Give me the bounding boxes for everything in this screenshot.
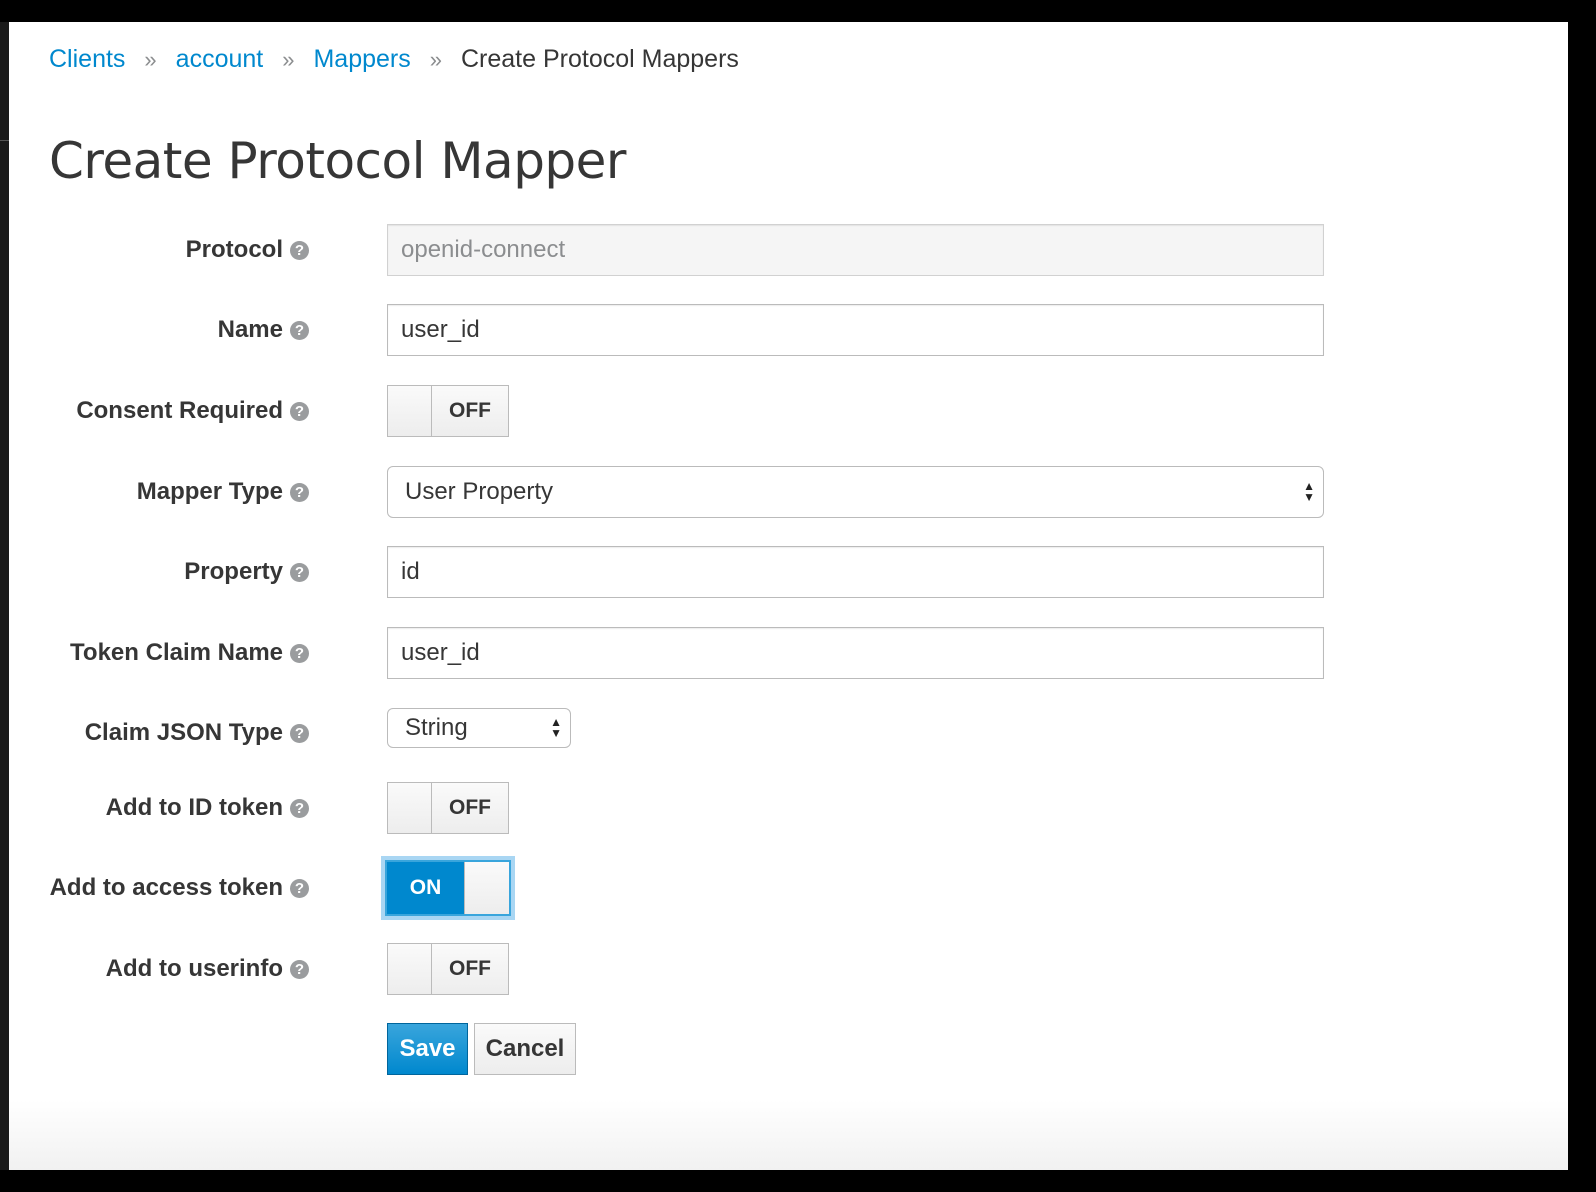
protocol-label: Protocol ? (186, 224, 309, 276)
toggle-state-label: OFF (432, 386, 508, 436)
page-content: Clients » account » Mappers » Create Pro… (9, 22, 1568, 1170)
help-icon[interactable]: ? (290, 959, 309, 979)
breadcrumb-clients-link[interactable]: Clients (49, 45, 125, 74)
mapper-type-label: Mapper Type ? (137, 466, 309, 518)
help-icon[interactable]: ? (290, 320, 309, 340)
protocol-value: openid-connect (401, 236, 566, 263)
name-label-text: Name (217, 316, 283, 343)
select-arrows-icon: ▲ ▼ (550, 715, 562, 740)
protocol-row: Protocol ? openid-connect (9, 224, 1568, 276)
name-value: user_id (401, 316, 480, 343)
claim-json-type-label: Claim JSON Type ? (85, 707, 309, 759)
property-row: Property ? id (9, 546, 1568, 598)
add-to-access-token-row: Add to access token ? ON (9, 860, 1568, 916)
form-actions: Save Cancel (9, 1023, 1568, 1075)
property-input[interactable]: id (387, 546, 1324, 598)
add-to-id-token-label: Add to ID token ? (106, 782, 309, 834)
toggle-state-label: OFF (432, 944, 508, 994)
breadcrumb-separator: » (282, 47, 295, 72)
consent-required-label-text: Consent Required (76, 397, 283, 424)
token-claim-name-label: Token Claim Name ? (70, 627, 309, 679)
select-arrows-icon: ▲ ▼ (1303, 479, 1315, 504)
page-bottom-shade (9, 1100, 1568, 1170)
breadcrumb-current: Create Protocol Mappers (461, 44, 739, 73)
mapper-type-select[interactable]: User Property ▲ ▼ (387, 466, 1324, 518)
breadcrumb-separator: » (429, 47, 442, 72)
window-left-edge-notch (0, 140, 9, 141)
toggle-state-label: OFF (432, 783, 508, 833)
consent-required-toggle[interactable]: OFF (387, 385, 509, 437)
toggle-knob (388, 944, 432, 994)
help-icon[interactable]: ? (290, 240, 309, 260)
toggle-state-label: ON (387, 862, 465, 914)
name-input[interactable]: user_id (387, 304, 1324, 356)
property-label: Property ? (184, 546, 309, 598)
claim-json-type-value: String (405, 714, 468, 741)
add-to-userinfo-toggle[interactable]: OFF (387, 943, 509, 995)
add-to-userinfo-label: Add to userinfo ? (106, 943, 309, 995)
token-claim-name-input[interactable]: user_id (387, 627, 1324, 679)
help-icon[interactable]: ? (290, 482, 309, 502)
toggle-knob (388, 783, 432, 833)
help-icon[interactable]: ? (290, 562, 309, 582)
help-icon[interactable]: ? (290, 798, 309, 818)
protocol-field: openid-connect (387, 224, 1324, 276)
add-to-userinfo-label-text: Add to userinfo (105, 955, 283, 982)
name-row: Name ? user_id (9, 304, 1568, 356)
mapper-type-row: Mapper Type ? User Property ▲ ▼ (9, 466, 1568, 518)
add-to-access-token-label-text: Add to access token (49, 874, 283, 901)
help-icon[interactable]: ? (290, 723, 309, 743)
add-to-userinfo-row: Add to userinfo ? OFF (9, 943, 1568, 995)
add-to-id-token-toggle[interactable]: OFF (387, 782, 509, 834)
add-to-access-token-toggle[interactable]: ON (385, 860, 511, 916)
breadcrumb-separator: » (144, 47, 157, 72)
breadcrumb-account-link[interactable]: account (176, 45, 264, 74)
help-icon[interactable]: ? (290, 878, 309, 898)
add-to-id-token-row: Add to ID token ? OFF (9, 782, 1568, 834)
token-claim-name-value: user_id (401, 639, 480, 666)
window-left-edge (0, 22, 9, 1170)
breadcrumb-mappers-link[interactable]: Mappers (313, 45, 410, 74)
cancel-button[interactable]: Cancel (474, 1023, 576, 1075)
property-label-text: Property (184, 558, 283, 585)
save-button[interactable]: Save (387, 1023, 468, 1075)
breadcrumb: Clients » account » Mappers » Create Pro… (49, 44, 739, 74)
add-to-id-token-label-text: Add to ID token (105, 794, 283, 821)
toggle-knob (465, 862, 509, 914)
mapper-type-label-text: Mapper Type (136, 478, 283, 505)
help-icon[interactable]: ? (290, 401, 309, 421)
toggle-knob (388, 386, 432, 436)
protocol-label-text: Protocol (185, 236, 283, 263)
claim-json-type-select[interactable]: String ▲ ▼ (387, 708, 571, 748)
token-claim-name-row: Token Claim Name ? user_id (9, 627, 1568, 679)
token-claim-name-label-text: Token Claim Name (70, 639, 283, 666)
add-to-access-token-label: Add to access token ? (50, 862, 309, 914)
consent-required-row: Consent Required ? OFF (9, 385, 1568, 437)
claim-json-type-row: Claim JSON Type ? String ▲ ▼ (9, 707, 1568, 759)
name-label: Name ? (218, 304, 309, 356)
help-icon[interactable]: ? (290, 643, 309, 663)
page-title: Create Protocol Mapper (49, 132, 627, 190)
consent-required-label: Consent Required ? (76, 385, 309, 437)
claim-json-type-label-text: Claim JSON Type (84, 719, 283, 746)
mapper-type-value: User Property (405, 478, 554, 505)
property-value: id (401, 558, 420, 585)
